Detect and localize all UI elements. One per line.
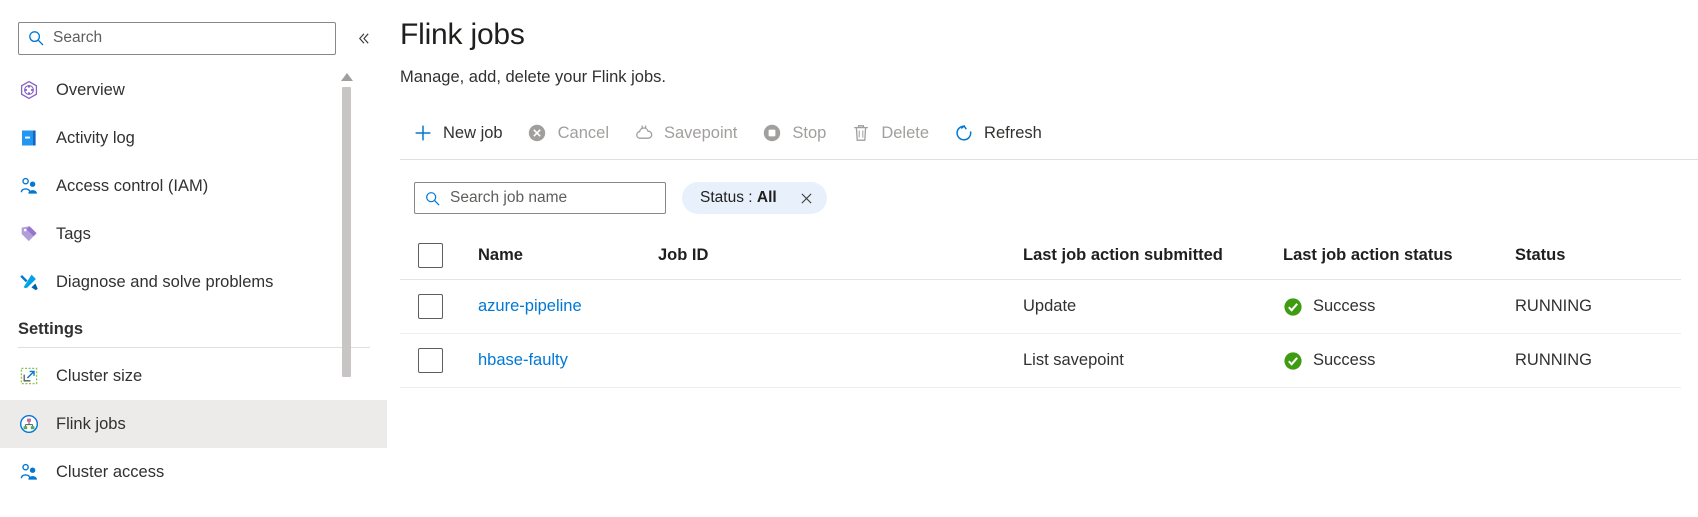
cell-last-job-action-status: Success	[1283, 297, 1515, 317]
sidebar-item-label: Activity log	[56, 128, 135, 147]
toolbar-divider	[400, 159, 1698, 160]
search-icon	[425, 191, 440, 206]
sidebar-item-diagnose[interactable]: Diagnose and solve problems	[0, 258, 388, 306]
column-header-status[interactable]: Status	[1515, 246, 1685, 265]
sidebar-item-label: Overview	[56, 80, 125, 99]
job-name-link[interactable]: hbase-faulty	[478, 351, 568, 369]
toolbar-label: Savepoint	[664, 123, 738, 142]
page-title: Flink jobs	[400, 18, 525, 51]
status-filter-text: Status : All	[700, 189, 777, 207]
plus-icon	[412, 123, 433, 144]
scrollbar-thumb[interactable]	[342, 87, 351, 377]
table-row[interactable]: azure-pipeline Update Success RUNNING	[400, 280, 1681, 334]
azure-portal-flink-jobs-page: Overview Activity log	[0, 0, 1698, 517]
refresh-icon	[953, 123, 974, 144]
refresh-button[interactable]: Refresh	[941, 115, 1054, 151]
select-all-checkbox[interactable]	[418, 243, 443, 268]
flink-jobs-table: Name Job ID Last job action submitted La…	[396, 232, 1681, 388]
resize-icon	[18, 366, 39, 387]
people-icon	[18, 462, 39, 483]
cell-status: RUNNING	[1515, 297, 1592, 315]
command-toolbar: New job Cancel Savepoint Stop Delete Ref…	[396, 113, 1698, 153]
sidebar-item-label: Cluster size	[56, 366, 143, 385]
row-checkbox[interactable]	[418, 348, 443, 373]
activity-log-icon	[18, 128, 39, 149]
toolbar-label: Delete	[881, 123, 930, 142]
cell-last-job-action-submitted: Update	[1023, 297, 1077, 315]
cell-name: azure-pipeline	[478, 297, 658, 316]
cell-last-job-action-submitted: List savepoint	[1023, 351, 1124, 369]
row-checkbox[interactable]	[418, 294, 443, 319]
cancel-icon	[527, 123, 548, 144]
sidebar-item-flink-jobs[interactable]: Flink jobs	[0, 400, 388, 448]
toolbar-label: Cancel	[557, 123, 609, 142]
sidebar-item-label: Tags	[56, 224, 91, 243]
page-subtitle: Manage, add, delete your Flink jobs.	[400, 68, 666, 86]
column-header-last-job-action-status[interactable]: Last job action status	[1283, 246, 1515, 265]
cell-name: hbase-faulty	[478, 351, 658, 370]
filter-row: Status : All	[396, 182, 1698, 214]
resource-sidebar: Overview Activity log	[0, 0, 388, 517]
stop-button: Stop	[749, 115, 838, 151]
success-check-icon	[1283, 351, 1303, 371]
savepoint-button: Savepoint	[621, 115, 749, 151]
sidebar-item-tags[interactable]: Tags	[0, 210, 388, 258]
search-icon	[28, 30, 44, 46]
cancel-button: Cancel	[515, 115, 621, 151]
flink-jobs-icon	[18, 414, 39, 435]
sidebar-item-overview[interactable]: Overview	[0, 66, 388, 114]
sidebar-item-cluster-access[interactable]: Cluster access	[0, 448, 388, 496]
sidebar-item-label: Access control (IAM)	[56, 176, 209, 195]
sidebar-item-label: Cluster access	[56, 462, 165, 481]
sidebar-scrollbar[interactable]	[341, 73, 353, 517]
job-search-input[interactable]	[450, 189, 655, 207]
sidebar-section-title: Settings	[18, 320, 84, 338]
toolbar-label: Stop	[792, 123, 827, 142]
sidebar-section-divider	[18, 347, 370, 348]
column-header-job-id[interactable]: Job ID	[658, 246, 1023, 265]
toolbar-label: New job	[443, 123, 503, 142]
status-text: Success	[1313, 297, 1376, 315]
table-header-row: Name Job ID Last job action submitted La…	[400, 232, 1681, 280]
status-filter-key: Status :	[700, 189, 753, 206]
delete-button: Delete	[838, 115, 941, 151]
sidebar-item-label: Diagnose and solve problems	[56, 272, 274, 291]
scroll-up-arrow-icon[interactable]	[341, 73, 353, 81]
search-input[interactable]	[53, 29, 326, 47]
new-job-button[interactable]: New job	[400, 115, 515, 151]
table-row[interactable]: hbase-faulty List savepoint Success RUNN…	[400, 334, 1681, 388]
main-content: Flink jobs Manage, add, delete your Flin…	[388, 0, 1698, 517]
job-search-box[interactable]	[414, 182, 666, 214]
status-filter-pill[interactable]: Status : All	[682, 182, 827, 214]
wrench-icon	[18, 272, 39, 293]
sidebar-item-access-control[interactable]: Access control (IAM)	[0, 162, 388, 210]
job-name-link[interactable]: azure-pipeline	[478, 297, 582, 315]
column-header-name[interactable]: Name	[478, 246, 658, 265]
cloud-icon	[633, 123, 654, 144]
sidebar-search-row	[0, 20, 388, 56]
tag-icon	[18, 224, 39, 245]
overview-icon	[18, 80, 39, 101]
sidebar-item-activity-log[interactable]: Activity log	[0, 114, 388, 162]
close-icon[interactable]	[799, 190, 815, 206]
toolbar-label: Refresh	[984, 123, 1042, 142]
people-icon	[18, 176, 39, 197]
cell-last-job-action-status: Success	[1283, 351, 1515, 371]
status-text: Success	[1313, 351, 1376, 369]
sidebar-item-label: Flink jobs	[56, 414, 126, 433]
chevron-double-left-icon[interactable]	[352, 27, 374, 49]
row-select-cell	[400, 294, 478, 319]
column-header-last-job-action-submitted[interactable]: Last job action submitted	[1023, 246, 1283, 265]
sidebar-search-box[interactable]	[18, 21, 336, 55]
success-check-icon	[1283, 297, 1303, 317]
sidebar-item-cluster-size[interactable]: Cluster size	[0, 352, 388, 400]
cell-status: RUNNING	[1515, 351, 1592, 369]
status-filter-value: All	[756, 189, 777, 206]
trash-icon	[850, 123, 871, 144]
sidebar-nav-list: Overview Activity log Access control (IA…	[0, 66, 388, 496]
stop-icon	[761, 123, 782, 144]
select-all-cell	[400, 243, 478, 268]
row-select-cell	[400, 348, 478, 373]
